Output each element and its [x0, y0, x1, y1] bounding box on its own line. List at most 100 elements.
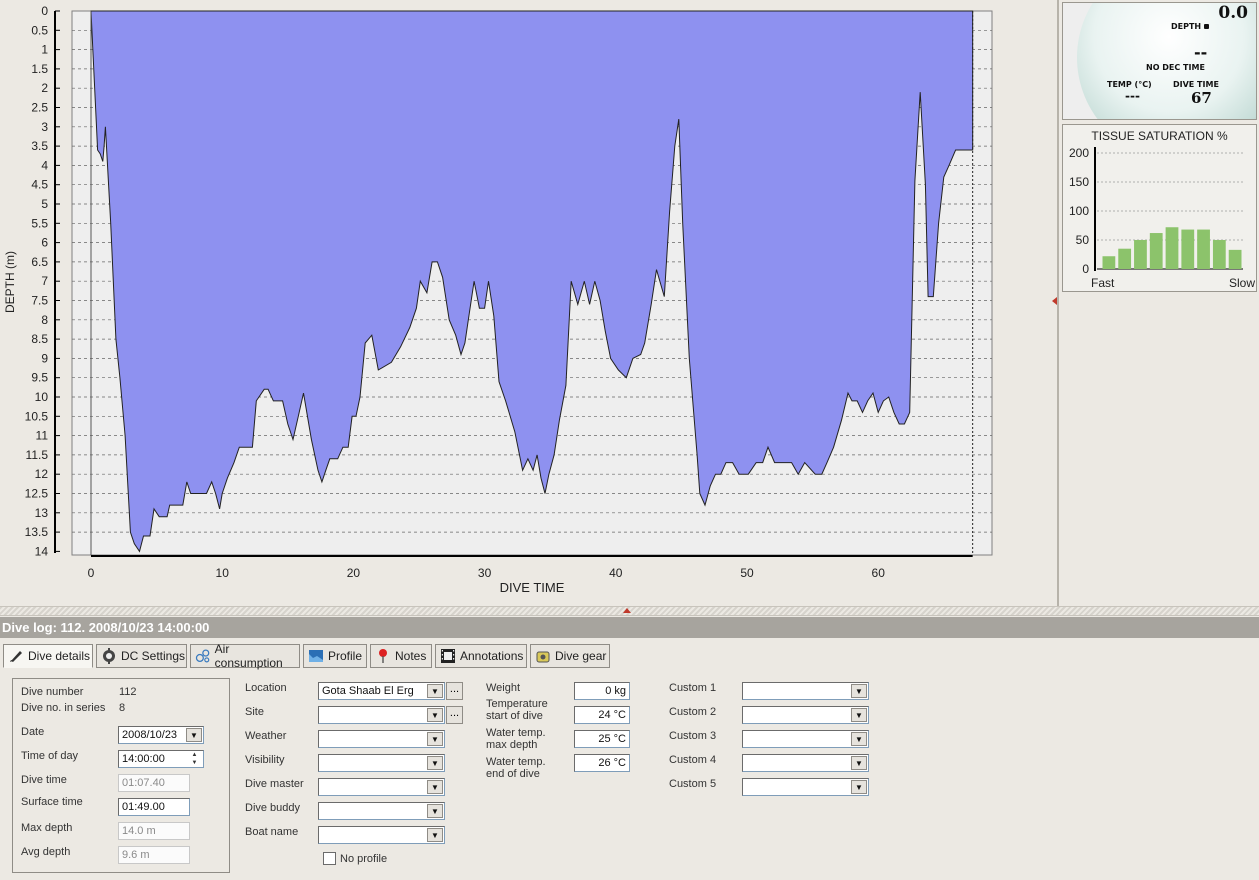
gear-icon — [103, 648, 115, 664]
x-tick-label: 0 — [88, 566, 95, 580]
x-tick-label: 60 — [872, 566, 886, 580]
no-profile-checkbox[interactable] — [323, 852, 336, 865]
site-label: Site — [245, 706, 264, 718]
tissue-bars — [1102, 227, 1242, 269]
y-tick-label: 11 — [36, 429, 49, 443]
y-tick-label: 14 — [35, 544, 49, 558]
tab-profile[interactable]: Profile — [303, 644, 367, 668]
location-select[interactable]: Gota Shaab El Erg ▼ — [318, 682, 445, 700]
chevron-down-icon[interactable]: ▼ — [427, 756, 443, 770]
custom2-label: Custom 2 — [669, 706, 717, 718]
dive-master-label: Dive master — [245, 778, 304, 790]
temp-start-field[interactable]: 24 °C — [574, 706, 630, 724]
splitter-arrow-icon[interactable] — [623, 608, 631, 613]
temp-max-field[interactable]: 25 °C — [574, 730, 630, 748]
tissue-bar — [1149, 233, 1163, 269]
chevron-down-icon[interactable]: ▼ — [851, 780, 867, 794]
boat-name-select[interactable]: ▼ — [318, 826, 445, 844]
custom1-select[interactable]: ▼ — [742, 682, 869, 700]
custom4-select[interactable]: ▼ — [742, 754, 869, 772]
tab-dive-details[interactable]: Dive details — [3, 644, 93, 668]
tissue-bar — [1165, 227, 1179, 269]
weather-select[interactable]: ▼ — [318, 730, 445, 748]
temp-label: TEMP (°C) — [1107, 80, 1152, 89]
tissue-fast-label: Fast — [1091, 276, 1115, 290]
weight-label: Weight — [486, 682, 521, 694]
location-browse-button[interactable]: ... — [446, 682, 463, 700]
site-select[interactable]: ▼ — [318, 706, 445, 724]
chevron-down-icon[interactable]: ▼ — [427, 708, 443, 722]
y-tick-label: 9 — [41, 351, 48, 365]
visibility-select[interactable]: ▼ — [318, 754, 445, 772]
date-picker[interactable]: 2008/10/23 ▼ — [118, 726, 204, 744]
tab-label: Notes — [395, 649, 427, 663]
tab-label: Profile — [328, 649, 363, 663]
y-tick-label: 12.5 — [25, 487, 49, 501]
series-value: 8 — [119, 702, 126, 714]
series-label: Dive no. in series — [21, 702, 106, 714]
dive-buddy-select[interactable]: ▼ — [318, 802, 445, 820]
film-icon — [441, 649, 455, 663]
chevron-down-icon[interactable]: ▼ — [427, 684, 443, 698]
tab-air-consumption[interactable]: Air consumption — [190, 642, 300, 670]
right-panel: 0.0 DEPTH -- NO DEC TIME TEMP (°C) --- D… — [1057, 0, 1259, 606]
surface-time-field[interactable]: 01:49.00 — [118, 798, 190, 816]
temp-start-label: Temperature start of dive — [486, 698, 548, 722]
y-tick-label: 5 — [41, 197, 48, 211]
tissue-bar — [1212, 240, 1226, 269]
chevron-down-icon[interactable]: ▼ — [427, 804, 443, 818]
panel-splitter[interactable] — [0, 606, 1259, 616]
tissue-slow-label: Slow — [1229, 276, 1255, 290]
dive-master-select[interactable]: ▼ — [318, 778, 445, 796]
location-label: Location — [245, 682, 287, 694]
chevron-down-icon[interactable]: ▼ — [427, 780, 443, 794]
custom2-select[interactable]: ▼ — [742, 706, 869, 724]
y-axis-label: DEPTH (m) — [3, 251, 17, 313]
tissue-y-tick-label: 200 — [1069, 146, 1089, 160]
dive-computer-gauge: 0.0 DEPTH -- NO DEC TIME TEMP (°C) --- D… — [1062, 2, 1257, 120]
y-tick-label: 10.5 — [25, 409, 49, 423]
y-tick-label: 3.5 — [31, 139, 48, 153]
tab-dive-gear[interactable]: Dive gear — [530, 644, 610, 668]
custom5-select[interactable]: ▼ — [742, 778, 869, 796]
spin-up-icon[interactable]: ▲ — [187, 751, 202, 759]
deco-value: -- — [1194, 43, 1208, 62]
depth-profile-chart[interactable]: 0 0.5 1 1.5 2 2.5 3 3.5 4 4.5 5 5.5 6 6.5 7 7.5 8 8.5 9 9.5… — [0, 0, 1057, 606]
custom3-label: Custom 3 — [669, 730, 717, 742]
chevron-down-icon[interactable]: ▼ — [186, 728, 202, 742]
temp-end-label: Water temp. end of dive — [486, 756, 546, 780]
time-spinner[interactable]: 14:00:00 ▲ ▼ — [118, 750, 204, 768]
dive-time-label: Dive time — [21, 774, 67, 786]
tissue-y-ticks: 200 150 100 50 0 — [1069, 146, 1089, 276]
tab-notes[interactable]: Notes — [370, 644, 432, 668]
tissue-saturation-panel: TISSUE SATURATION % 200 150 100 50 0 Fast Sl… — [1062, 124, 1257, 292]
y-tick-label: 1 — [41, 43, 48, 57]
x-tick-label: 20 — [347, 566, 361, 580]
site-browse-button[interactable]: ... — [446, 706, 463, 724]
spin-down-icon[interactable]: ▼ — [187, 759, 202, 767]
chevron-down-icon[interactable]: ▼ — [851, 756, 867, 770]
chevron-down-icon[interactable]: ▼ — [851, 708, 867, 722]
custom3-select[interactable]: ▼ — [742, 730, 869, 748]
tissue-y-tick-label: 0 — [1082, 262, 1089, 276]
x-tick-label: 40 — [609, 566, 623, 580]
temp-end-field[interactable]: 26 °C — [574, 754, 630, 772]
y-tick-label: 0.5 — [31, 23, 48, 37]
weight-field[interactable]: 0 kg — [574, 682, 630, 700]
chevron-down-icon[interactable]: ▼ — [851, 732, 867, 746]
surface-time-label: Surface time — [21, 796, 83, 808]
bubbles-icon — [195, 649, 210, 663]
chevron-down-icon[interactable]: ▼ — [427, 732, 443, 746]
location-value: Gota Shaab El Erg — [322, 685, 414, 697]
tab-dc-settings[interactable]: DC Settings — [96, 644, 187, 668]
x-tick-label: 10 — [216, 566, 230, 580]
y-tick-label: 13.5 — [25, 525, 49, 539]
depth-label: DEPTH — [1171, 22, 1209, 31]
chevron-down-icon[interactable]: ▼ — [851, 684, 867, 698]
visibility-label: Visibility — [245, 754, 285, 766]
y-tick-label: 4.5 — [31, 178, 48, 192]
chevron-down-icon[interactable]: ▼ — [427, 828, 443, 842]
tab-annotations[interactable]: Annotations — [435, 644, 527, 668]
dive-number-value: 112 — [119, 686, 137, 698]
boat-name-label: Boat name — [245, 826, 299, 838]
